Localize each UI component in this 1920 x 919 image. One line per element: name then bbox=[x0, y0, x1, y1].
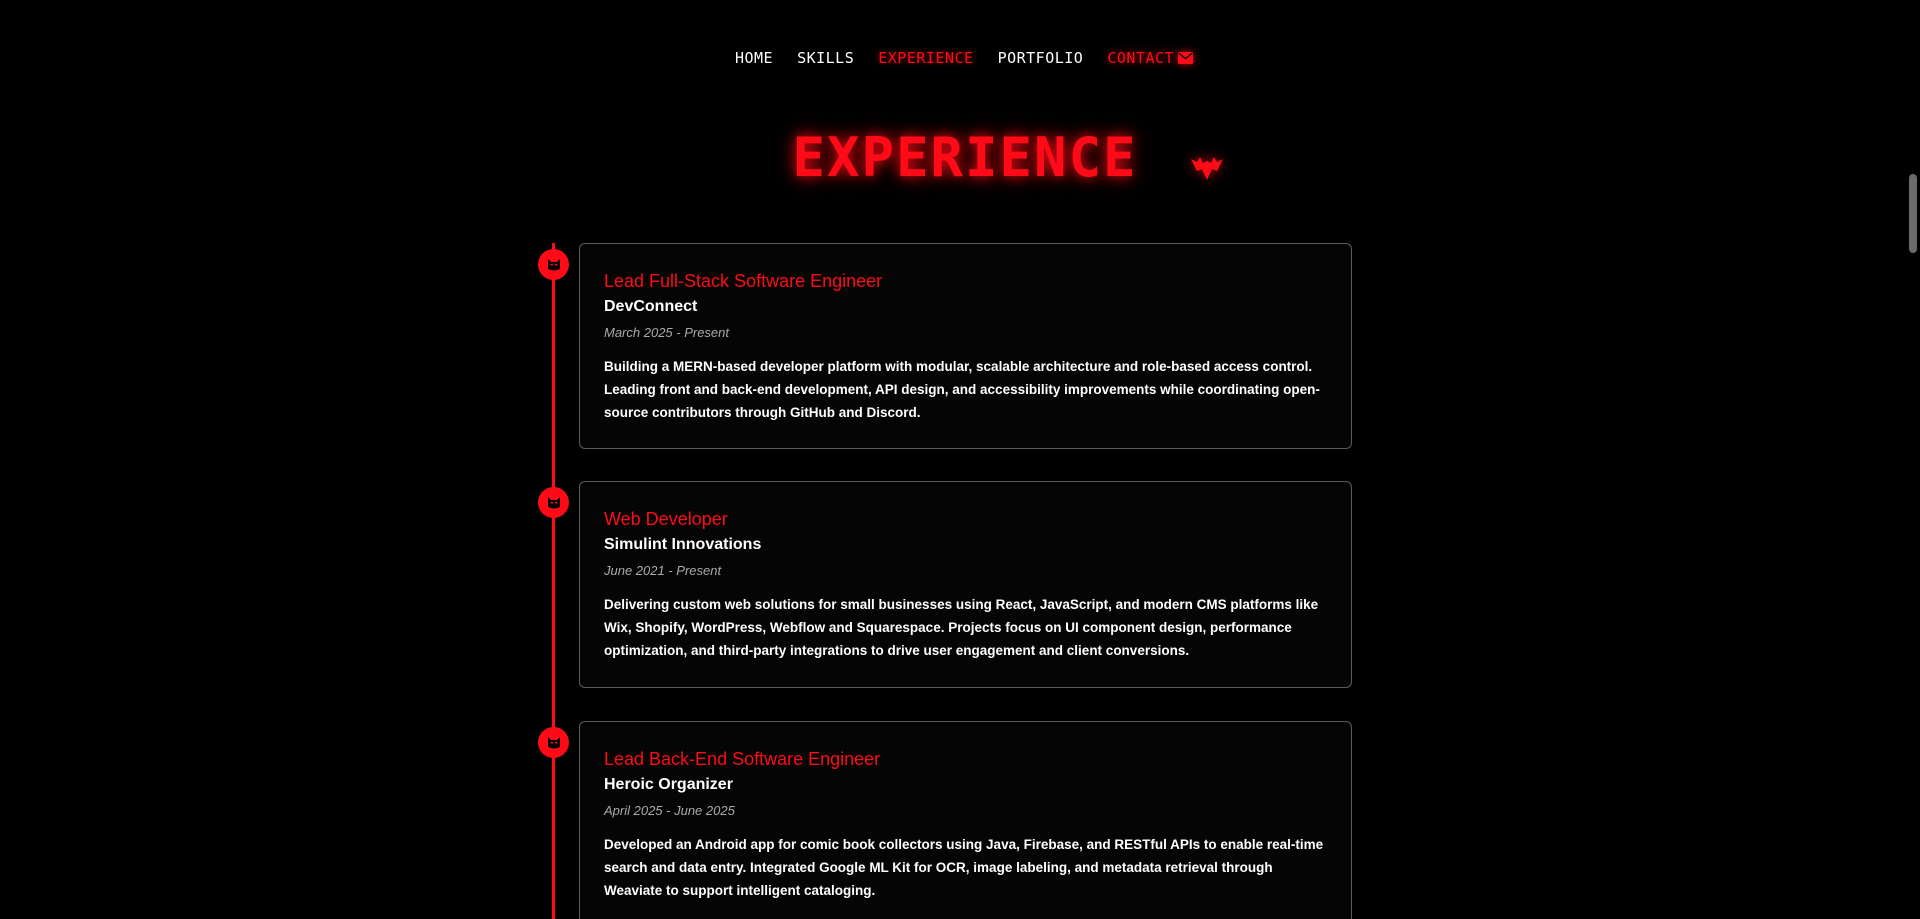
nav-portfolio-link[interactable]: PORTFOLIO bbox=[998, 47, 1084, 69]
timeline-line bbox=[552, 243, 555, 919]
company-name: Simulint Innovations bbox=[604, 536, 762, 553]
job-dates: April 2025 - June 2025 bbox=[604, 803, 735, 818]
nav-items: HOME SKILLS EXPERIENCE PORTFOLIO CONTACT bbox=[723, 47, 1205, 69]
experience-card-1: Lead Full-Stack Software Engineer DevCon… bbox=[579, 243, 1352, 449]
job-dates: June 2021 - Present bbox=[604, 563, 722, 578]
nav-home-link[interactable]: HOME bbox=[735, 47, 773, 69]
section-heading: EXPERIENCE bbox=[792, 126, 1138, 189]
job-description: Developed an Android app for comic book … bbox=[604, 837, 1324, 898]
page: HOME SKILLS EXPERIENCE PORTFOLIO CONTACT… bbox=[0, 0, 1920, 919]
nav-contact-label: CONTACT bbox=[1107, 49, 1175, 67]
nav-skills-link[interactable]: SKILLS bbox=[797, 47, 854, 69]
bat-mask-icon bbox=[547, 258, 560, 270]
experience-card-2: Web Developer Simulint Innovations June … bbox=[579, 481, 1352, 688]
timeline-dot-2 bbox=[538, 487, 569, 518]
job-title: Lead Back-End Software Engineer bbox=[604, 749, 881, 769]
bat-mask-icon bbox=[547, 736, 560, 748]
main-nav: HOME SKILLS EXPERIENCE PORTFOLIO CONTACT bbox=[0, 47, 1920, 69]
job-title: Lead Full-Stack Software Engineer bbox=[604, 271, 883, 291]
section-heading-wrap: EXPERIENCE bbox=[0, 126, 1920, 190]
bat-logo-icon bbox=[1191, 157, 1223, 180]
company-name: Heroic Organizer bbox=[604, 776, 733, 793]
scrollbar[interactable] bbox=[1906, 0, 1920, 919]
timeline-dot-3 bbox=[538, 727, 569, 758]
job-dates: March 2025 - Present bbox=[604, 325, 730, 340]
job-description: Delivering custom web solutions for smal… bbox=[604, 597, 1319, 658]
nav-experience-link[interactable]: EXPERIENCE bbox=[878, 47, 973, 69]
nav-contact-link[interactable]: CONTACT bbox=[1107, 47, 1194, 69]
scrollbar-thumb[interactable] bbox=[1909, 174, 1917, 253]
job-description: Building a MERN-based developer platform… bbox=[604, 359, 1320, 420]
job-title: Web Developer bbox=[604, 509, 728, 529]
experience-card-3: Lead Back-End Software Engineer Heroic O… bbox=[579, 721, 1352, 919]
company-name: DevConnect bbox=[604, 298, 698, 315]
bat-mask-icon bbox=[547, 496, 560, 508]
timeline-dot-1 bbox=[538, 249, 569, 280]
envelope-icon bbox=[1178, 52, 1194, 64]
